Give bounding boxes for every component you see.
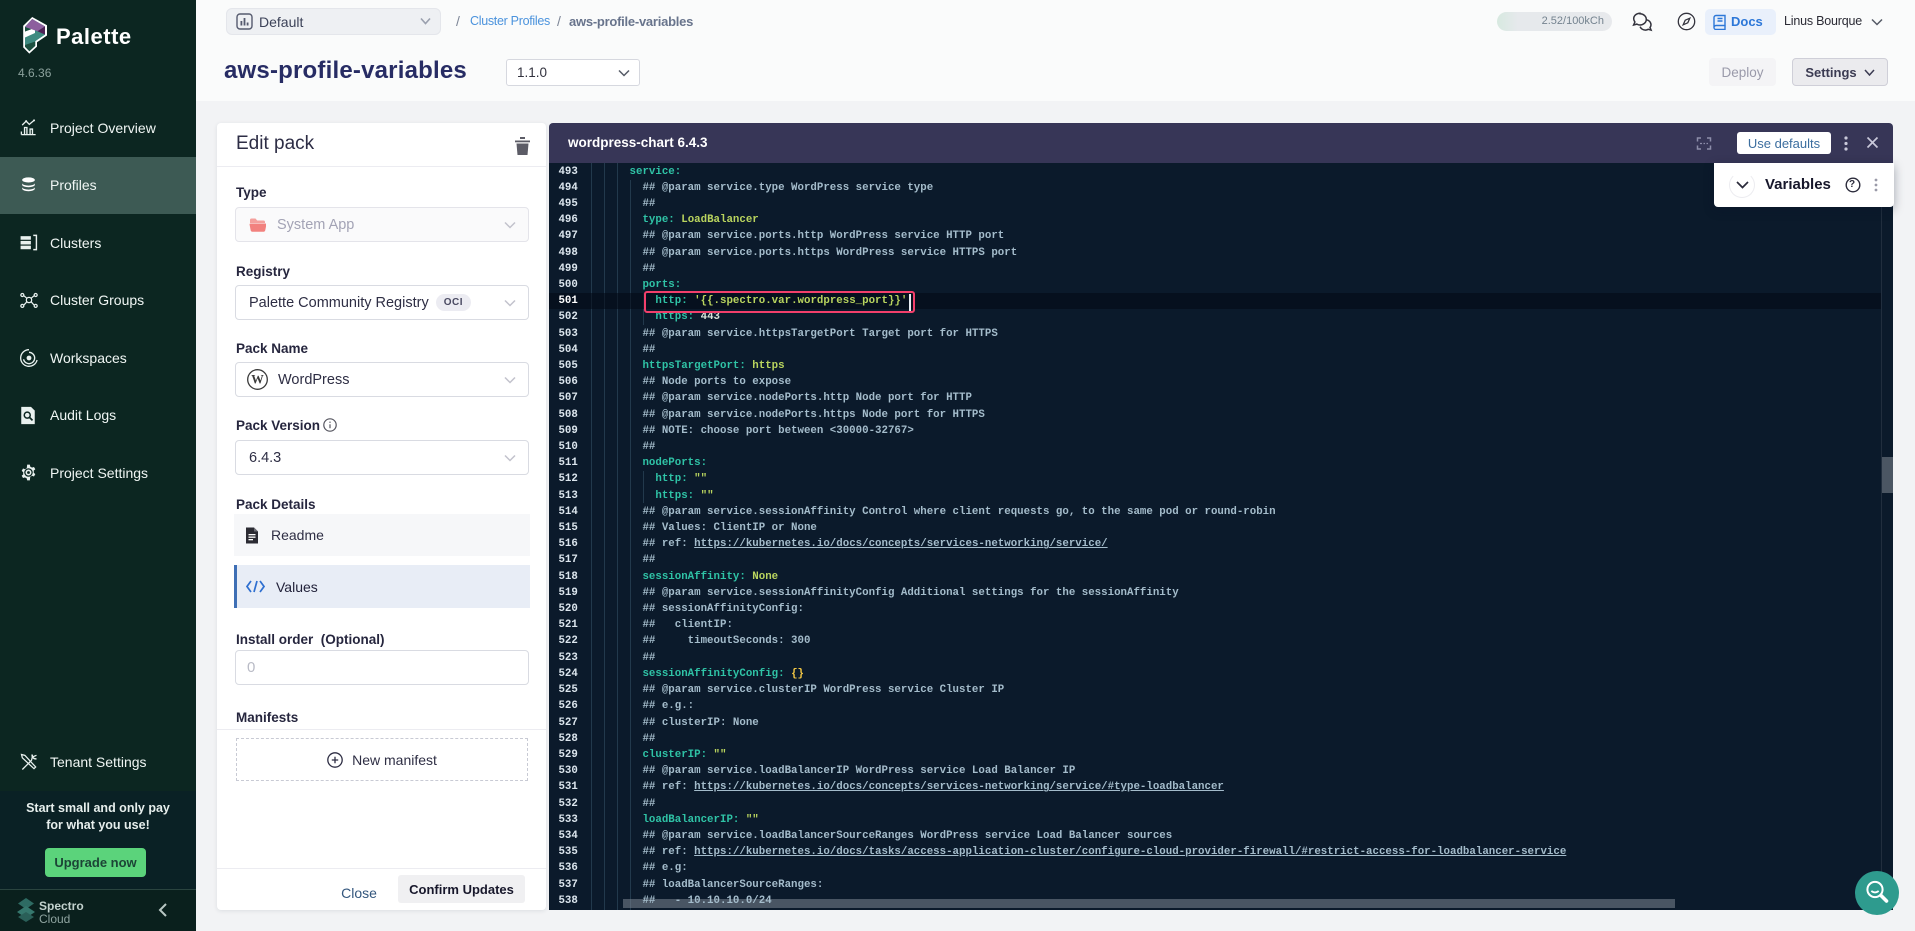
svg-text:W: W <box>251 373 264 387</box>
